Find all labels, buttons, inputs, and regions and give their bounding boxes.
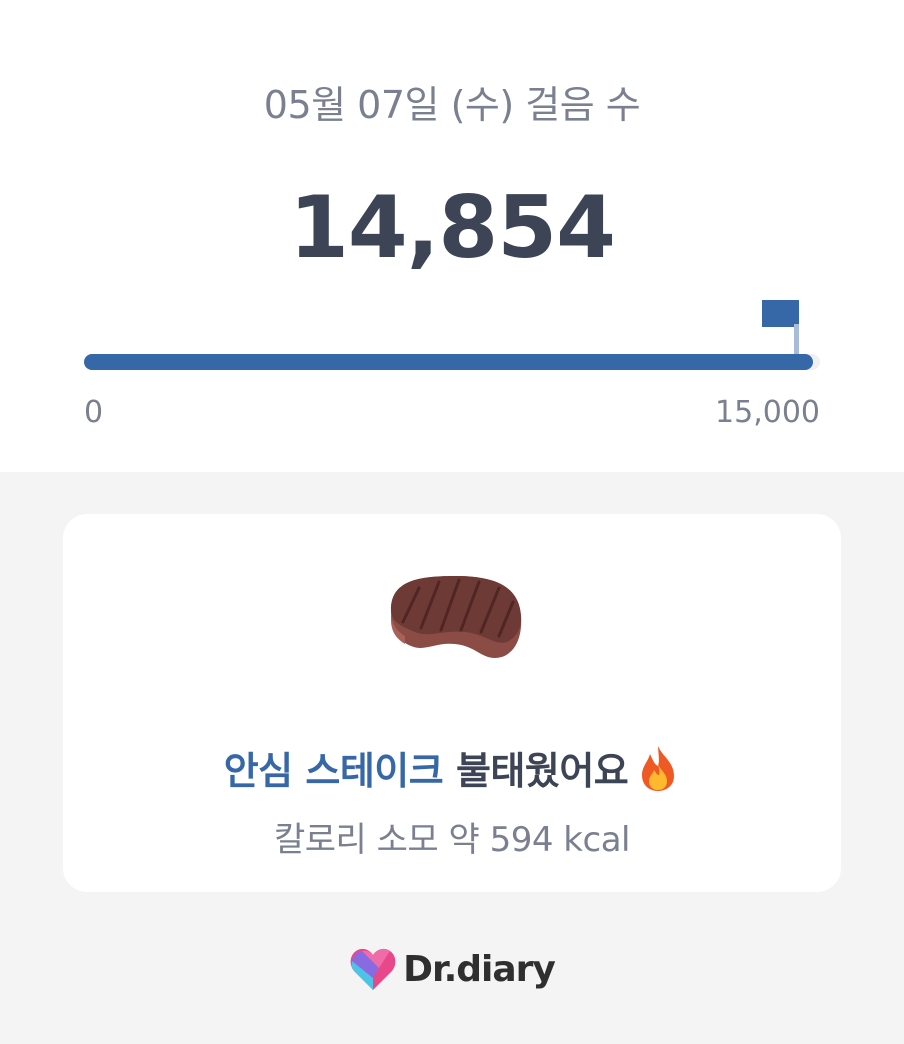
burned-food-headline: 안심 스테이크 불태웠어요 [63,740,841,795]
progress-max-label: 15,000 [715,395,820,430]
flag-pole [794,324,799,356]
food-name: 안심 스테이크 [223,749,444,793]
flag-cloth [762,300,799,327]
date-title: 05월 07일 (수) 걸음 수 [263,83,641,127]
heart-logo-icon [350,948,396,990]
fire-icon [642,746,675,791]
step-progress-bar [84,354,820,370]
brand-footer: Dr.diary [0,944,904,994]
step-progress-fill [84,354,813,370]
steak-icon [391,576,522,658]
calorie-text: 칼로리 소모 약 594 kcal [274,820,630,860]
flag-icon [762,300,802,356]
step-summary-panel: 05월 07일 (수) 걸음 수 14,854 0 15,000 [0,0,904,472]
calorie-card: 안심 스테이크 불태웠어요 칼로리 소모 약 594 kcal [63,514,841,892]
step-count: 14,854 [289,178,616,278]
burned-text: 불태웠어요 [455,749,629,793]
brand-name: Dr.diary [403,948,556,990]
progress-min-label: 0 [84,395,104,430]
